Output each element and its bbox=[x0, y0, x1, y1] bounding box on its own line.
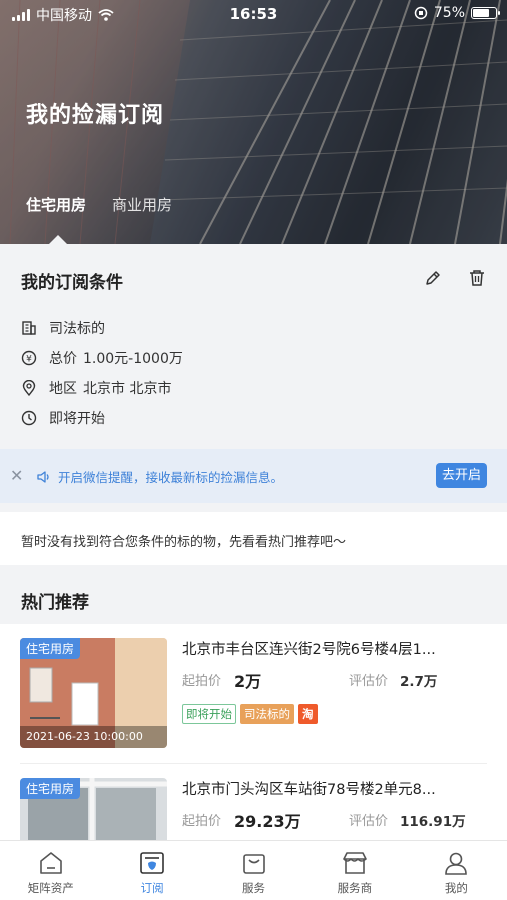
location-pin-icon bbox=[22, 380, 36, 396]
store-icon bbox=[343, 852, 367, 874]
taobao-badge: 淘 bbox=[298, 704, 318, 724]
tab-label: 服务商 bbox=[337, 881, 373, 895]
home-icon bbox=[39, 852, 62, 874]
enable-reminder-button[interactable]: 去开启 bbox=[435, 463, 487, 488]
property-thumbnail: 住宅用房 bbox=[20, 778, 167, 841]
edit-button[interactable] bbox=[423, 268, 443, 288]
condition-region-label: 地区 bbox=[49, 381, 77, 397]
start-price-label: 起拍价 bbox=[182, 674, 222, 689]
user-icon bbox=[445, 852, 468, 875]
battery-percent: 75% bbox=[433, 5, 465, 21]
eval-price-value: 2.7万 bbox=[400, 674, 438, 690]
subscription-title: 我的订阅条件 bbox=[21, 273, 123, 293]
tab-commercial[interactable]: 商业用房 bbox=[112, 194, 172, 215]
delete-button[interactable] bbox=[467, 268, 487, 288]
eval-price-label: 评估价 bbox=[349, 814, 389, 829]
list-item[interactable]: 住宅用房 2021-06-23 10:00:00 北京市丰台区连兴街2号院6号楼… bbox=[0, 624, 507, 764]
bottom-tab-bar: 矩阵资产 订阅 服务 服务商 我的 bbox=[0, 840, 507, 900]
subscription-card: 我的订阅条件 司法标的 ¥ 总价 1.00元-1000万 地区 北京市 北京市 … bbox=[0, 244, 507, 449]
battery-icon bbox=[471, 7, 500, 19]
condition-region: 地区 北京市 北京市 bbox=[21, 378, 171, 398]
battery-level bbox=[473, 9, 489, 17]
condition-status: 即将开始 bbox=[21, 408, 105, 428]
condition-price: ¥ 总价 1.00元-1000万 bbox=[21, 348, 183, 368]
condition-type: 司法标的 bbox=[21, 318, 105, 338]
auction-date: 2021-06-23 10:00:00 bbox=[20, 726, 167, 748]
category-tabs: 住宅用房 商业用房 bbox=[26, 194, 172, 215]
start-price-value: 29.23万 bbox=[234, 812, 301, 831]
condition-price-label: 总价 bbox=[49, 351, 77, 367]
hot-list: 住宅用房 2021-06-23 10:00:00 北京市丰台区连兴街2号院6号楼… bbox=[0, 624, 507, 841]
bag-icon bbox=[242, 854, 265, 874]
building-icon bbox=[22, 321, 36, 335]
condition-region-value: 北京市 北京市 bbox=[83, 381, 172, 397]
hero-banner: 中国移动 16:53 75% 我的捡漏订阅 住宅用房 商业用房 bbox=[0, 0, 507, 244]
empty-result-message: 暂时没有找到符合您条件的标的物，先看看热门推荐吧～ bbox=[0, 512, 507, 565]
speaker-icon bbox=[37, 470, 49, 483]
eval-price-label: 评估价 bbox=[349, 674, 389, 689]
wechat-reminder-bar: ✕ 开启微信提醒，接收最新标的捡漏信息。 去开启 bbox=[0, 449, 507, 503]
active-tab-indicator bbox=[49, 235, 67, 244]
tab-label: 订阅 bbox=[140, 881, 164, 895]
property-name: 北京市门头沟区车站街78号楼2单元8... bbox=[182, 782, 436, 798]
hot-section-title: 热门推荐 bbox=[21, 593, 89, 613]
reminder-text: 开启微信提醒，接收最新标的捡漏信息。 bbox=[58, 470, 284, 485]
tab-label: 服务 bbox=[242, 881, 266, 895]
tab-matrix-assets[interactable]: 矩阵资产 bbox=[0, 841, 101, 900]
clock-icon bbox=[21, 410, 37, 426]
property-name: 北京市丰台区连兴街2号院6号楼4层1... bbox=[182, 642, 436, 658]
tab-residential[interactable]: 住宅用房 bbox=[26, 194, 86, 215]
property-type-tag: 住宅用房 bbox=[20, 778, 81, 799]
tab-subscribe[interactable]: 订阅 bbox=[101, 841, 202, 900]
svg-text:¥: ¥ bbox=[26, 355, 32, 365]
judicial-badge: 司法标的 bbox=[240, 704, 294, 724]
tab-provider[interactable]: 服务商 bbox=[304, 841, 405, 900]
condition-status-text: 即将开始 bbox=[49, 411, 105, 427]
pencil-icon bbox=[426, 271, 440, 285]
coin-icon: ¥ bbox=[21, 350, 37, 366]
tab-mine[interactable]: 我的 bbox=[406, 841, 507, 900]
tab-service[interactable]: 服务 bbox=[203, 841, 304, 900]
eval-price-value: 116.91万 bbox=[400, 814, 466, 830]
page-title: 我的捡漏订阅 bbox=[26, 103, 165, 128]
start-price-value: 2万 bbox=[234, 672, 262, 691]
tab-label: 矩阵资产 bbox=[27, 881, 74, 895]
trash-icon bbox=[470, 270, 484, 286]
list-item[interactable]: 住宅用房 北京市门头沟区车站街78号楼2单元8... 起拍价 29.23万 评估… bbox=[0, 764, 507, 841]
orientation-lock-icon bbox=[414, 6, 428, 20]
close-icon[interactable]: ✕ bbox=[10, 466, 23, 485]
property-type-tag: 住宅用房 bbox=[20, 638, 81, 659]
property-thumbnail: 住宅用房 2021-06-23 10:00:00 bbox=[20, 638, 167, 748]
empty-result-text: 暂时没有找到符合您条件的标的物，先看看热门推荐吧～ bbox=[21, 535, 347, 550]
tab-label: 我的 bbox=[444, 881, 468, 895]
status-badge: 即将开始 bbox=[182, 704, 236, 724]
condition-type-text: 司法标的 bbox=[49, 321, 105, 337]
status-bar: 中国移动 16:53 75% bbox=[0, 0, 507, 28]
start-price-label: 起拍价 bbox=[182, 814, 222, 829]
condition-price-value: 1.00元-1000万 bbox=[83, 351, 183, 367]
subscribe-icon bbox=[140, 852, 164, 874]
